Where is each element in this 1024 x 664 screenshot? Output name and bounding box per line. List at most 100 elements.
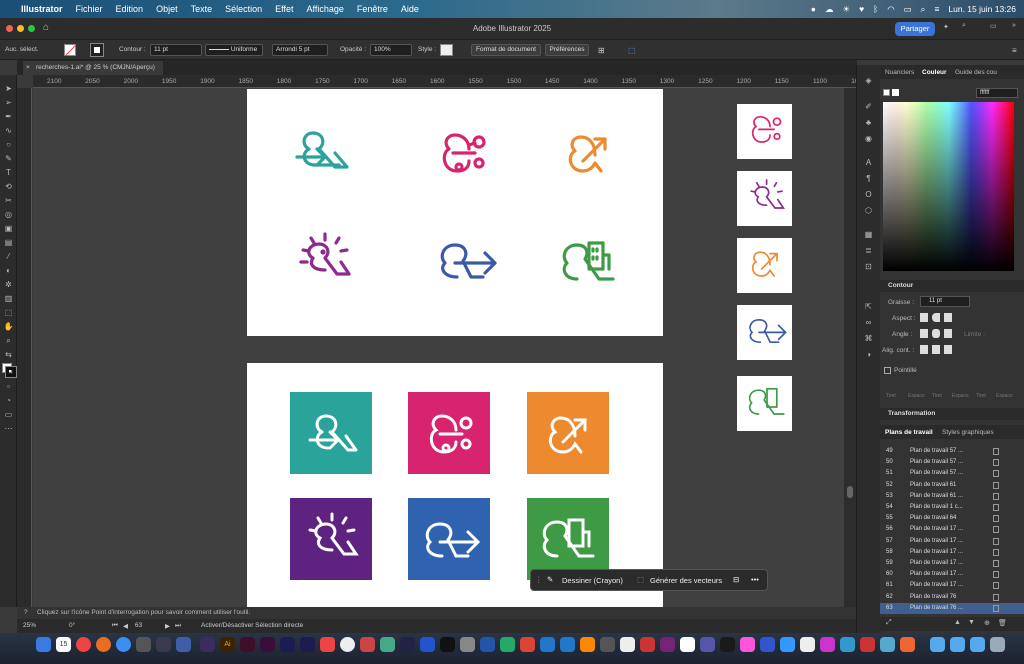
contour-panel-header[interactable]: Contour: [880, 280, 1024, 292]
filezilla-icon[interactable]: [320, 637, 335, 652]
scissors-tool-icon[interactable]: ✂: [3, 195, 14, 206]
transform-icon[interactable]: ⬚: [628, 46, 636, 55]
mini-artboard-network[interactable]: [737, 104, 792, 159]
swap-colors-icon[interactable]: ⇆: [3, 349, 14, 360]
creative-cloud-icon[interactable]: ☁: [825, 4, 834, 15]
word-icon[interactable]: [480, 637, 495, 652]
3d-icon[interactable]: ⬡: [863, 205, 874, 216]
artboard-row[interactable]: 55 Plan de travail 64: [880, 513, 1024, 524]
app-icon-7[interactable]: [580, 637, 595, 652]
color-spectrum[interactable]: [883, 102, 1014, 271]
menu-objet[interactable]: Objet: [156, 4, 178, 14]
artboard-options-icon[interactable]: [993, 604, 999, 612]
indesign-icon[interactable]: [240, 637, 255, 652]
artboard-options-icon[interactable]: [993, 515, 999, 523]
preview-icon[interactable]: [840, 637, 855, 652]
app-icon-14[interactable]: [720, 637, 735, 652]
app-icon-6[interactable]: [560, 637, 575, 652]
curvature-tool-icon[interactable]: ∿: [3, 125, 14, 136]
image-trace-icon[interactable]: ⌘: [863, 333, 874, 344]
artboard-tool-icon[interactable]: ⬚: [3, 307, 14, 318]
photoshop-icon[interactable]: [200, 637, 215, 652]
generate-vectors-button[interactable]: Générer des vecteurs: [650, 576, 722, 585]
search-icon[interactable]: ⌕: [921, 4, 926, 15]
menu-texte[interactable]: Texte: [191, 4, 213, 14]
bluetooth-icon[interactable]: ᛒ: [873, 4, 878, 14]
documents-folder-icon[interactable]: [950, 637, 965, 652]
settings-icon[interactable]: ⊟: [733, 575, 739, 584]
links-icon[interactable]: ∞: [863, 317, 874, 328]
type-tool-icon[interactable]: T: [3, 167, 14, 178]
canvas[interactable]: [33, 88, 856, 607]
app-icon-5[interactable]: [460, 637, 475, 652]
draw-mode-icon[interactable]: ◔: [3, 395, 14, 406]
drag-handle-icon[interactable]: ⋮: [535, 575, 543, 584]
app-folder-icon[interactable]: [970, 637, 985, 652]
magenta-tile[interactable]: [408, 392, 490, 474]
symbol-sprayer-tool-icon[interactable]: ✲: [3, 279, 14, 290]
artboard-row[interactable]: 52 Plan de travail 61: [880, 480, 1024, 491]
hex-field[interactable]: ffffff: [976, 88, 1018, 98]
vscode-icon[interactable]: [420, 637, 435, 652]
white-swatch[interactable]: [892, 89, 899, 96]
fill-swatch[interactable]: [64, 44, 77, 57]
app-icon-13[interactable]: [700, 637, 715, 652]
align-inside-icon[interactable]: [932, 345, 940, 354]
artboard-row[interactable]: 59 Plan de travail 17 ...: [880, 558, 1024, 569]
app-icon-18[interactable]: [800, 637, 815, 652]
app-icon-15[interactable]: [740, 637, 755, 652]
app-icon-8[interactable]: [600, 637, 615, 652]
round-cap-icon[interactable]: [932, 313, 940, 322]
gradient-tool-icon[interactable]: ▤: [3, 237, 14, 248]
graphic-styles-icon[interactable]: ◉: [863, 133, 874, 144]
artboard-options-icon[interactable]: [993, 481, 999, 489]
reflect-tool-icon[interactable]: ⟲: [3, 181, 14, 192]
artboard-row[interactable]: 50 Plan de travail 57 ...: [880, 457, 1024, 468]
artboard-row[interactable]: 61 Plan de travail 17 ...: [880, 580, 1024, 591]
warp-tool-icon[interactable]: ◎: [3, 209, 14, 220]
powerpoint-icon[interactable]: [520, 637, 535, 652]
artboard-options-icon[interactable]: [993, 448, 999, 455]
pen-tool-icon[interactable]: ✒: [3, 111, 14, 122]
help-icon[interactable]: ?: [24, 607, 28, 619]
brush-dropdown[interactable]: Arrondi 5 pt: [272, 44, 328, 56]
menu-aide[interactable]: Aide: [401, 4, 419, 14]
artboard-options-icon[interactable]: [993, 582, 999, 590]
hand-tool-icon[interactable]: ✋: [3, 321, 14, 332]
workspace-icon[interactable]: ▭: [990, 22, 997, 30]
prev-artboard-icon[interactable]: ◀: [123, 622, 128, 630]
media-encoder-icon[interactable]: [300, 637, 315, 652]
wifi-icon[interactable]: ◠: [887, 4, 894, 15]
bevel-join-icon[interactable]: [944, 329, 952, 338]
app-icon-4[interactable]: [380, 637, 395, 652]
transparency-icon[interactable]: ◑: [863, 349, 874, 360]
app-icon-19[interactable]: [820, 637, 835, 652]
app-icon-2[interactable]: [176, 637, 191, 652]
sun-icon[interactable]: ☀: [842, 4, 850, 15]
document-tab[interactable]: × recherches-1.ai* @ 25 % (CMJN/Aperçu): [23, 61, 163, 75]
app-icon-20[interactable]: [860, 637, 875, 652]
more-tools-icon[interactable]: ⋯: [3, 423, 14, 434]
app-icon-22[interactable]: [900, 637, 915, 652]
more-options-button[interactable]: •••: [751, 575, 759, 584]
artboard-options-icon[interactable]: [993, 571, 999, 579]
firefox-icon[interactable]: [96, 637, 111, 652]
delete-artboard-icon[interactable]: 🗑: [998, 619, 1007, 627]
vertical-ruler[interactable]: [17, 88, 32, 607]
tab-graphic-styles[interactable]: Styles graphiques: [942, 429, 994, 436]
green-tile[interactable]: [527, 498, 609, 580]
mini-artboard-sun[interactable]: [737, 171, 792, 226]
app-icon-12[interactable]: [680, 637, 695, 652]
artboard-row[interactable]: 53 Plan de travail 61 ...: [880, 491, 1024, 502]
artboard-options-icon[interactable]: [993, 459, 999, 467]
artboard-row[interactable]: 56 Plan de travail 17 ...: [880, 524, 1024, 535]
menu-fichier[interactable]: Fichier: [76, 4, 103, 14]
illustrator-icon[interactable]: Ai: [220, 637, 235, 652]
clock[interactable]: Lun. 15 juin 13:26: [948, 4, 1016, 14]
app-menu[interactable]: Illustrator: [21, 4, 63, 14]
tab-guide-couleurs[interactable]: Guide des cou: [955, 69, 997, 76]
move-down-icon[interactable]: ▼: [968, 619, 975, 626]
app-icon-3[interactable]: [360, 637, 375, 652]
direct-selection-tool-icon[interactable]: ➢: [3, 97, 14, 108]
mini-artboard-arrow-out[interactable]: [737, 238, 792, 293]
